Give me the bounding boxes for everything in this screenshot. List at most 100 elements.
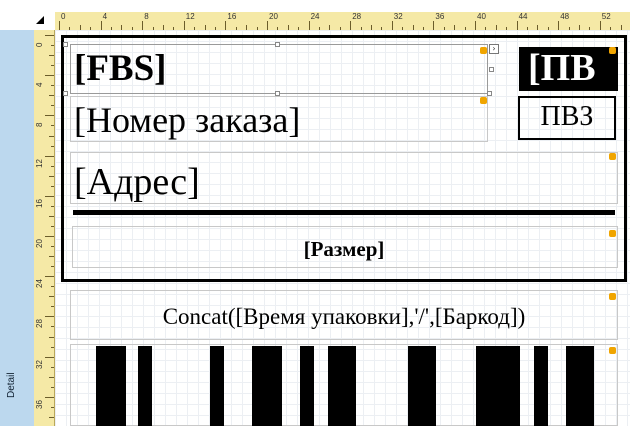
barcode-bar bbox=[476, 346, 520, 426]
ruler-label: 36 bbox=[435, 12, 445, 21]
ruler-label: 32 bbox=[35, 359, 44, 369]
pvz-field-text: ПВЗ bbox=[540, 101, 594, 132]
ruler-label: 8 bbox=[35, 122, 44, 128]
pv-field-text: [ПВ bbox=[528, 47, 596, 89]
selection-handle[interactable] bbox=[63, 42, 68, 47]
ruler-tick bbox=[51, 366, 54, 368]
ruler-tick bbox=[49, 416, 54, 418]
ruler-tick bbox=[51, 306, 54, 308]
ruler-tick bbox=[308, 21, 310, 30]
fbs-field-text: [FBS] bbox=[74, 48, 167, 89]
barcode-bar bbox=[566, 346, 594, 426]
ruler-label: 0 bbox=[35, 42, 44, 47]
ruler-label: 40 bbox=[477, 12, 486, 21]
ruler-tick bbox=[51, 165, 54, 167]
ruler-tick bbox=[51, 125, 54, 127]
field-marker-icon bbox=[609, 153, 616, 160]
ruler-tick bbox=[51, 185, 54, 187]
ruler-label: 32 bbox=[393, 12, 403, 21]
ruler-tick bbox=[475, 21, 476, 30]
ruler-tick bbox=[45, 195, 54, 197]
concat-field-text: Concat([Время упаковки],'/',[Баркод]) bbox=[162, 304, 526, 329]
ruler-tick bbox=[100, 21, 102, 30]
barcode-bar bbox=[96, 346, 126, 426]
ruler-tick bbox=[51, 406, 54, 408]
ruler-tick bbox=[59, 21, 60, 30]
ruler-tick bbox=[599, 21, 601, 30]
ruler-tick bbox=[45, 35, 54, 36]
detail-band-label: Detail bbox=[6, 372, 17, 398]
ruler-label: 8 bbox=[144, 12, 149, 21]
ruler-tick bbox=[49, 256, 54, 258]
address-field-text: [Адрес] bbox=[74, 161, 200, 203]
ruler-tick bbox=[45, 316, 54, 318]
ruler-label: 24 bbox=[35, 279, 44, 289]
ruler-label: 52 bbox=[601, 12, 611, 21]
ruler-label: 28 bbox=[35, 319, 44, 329]
ruler-tick bbox=[49, 175, 54, 177]
ruler-label: 48 bbox=[560, 12, 570, 21]
ruler-tick bbox=[49, 336, 54, 338]
ruler-tick bbox=[49, 376, 54, 378]
ruler-tick bbox=[51, 205, 54, 207]
ruler-tick bbox=[49, 95, 54, 97]
ruler-tick bbox=[391, 21, 393, 30]
vertical-ruler: 0 4 8 12 16 20 24 28 32 36 bbox=[34, 30, 55, 426]
ruler-tick bbox=[51, 65, 54, 67]
ruler-tick bbox=[350, 21, 352, 30]
selection-handle[interactable] bbox=[489, 67, 494, 72]
ruler-tick bbox=[225, 21, 227, 30]
field-marker-icon bbox=[609, 293, 616, 300]
ruler-tick bbox=[51, 105, 54, 107]
ruler-tick bbox=[45, 155, 54, 157]
detail-band-strip[interactable] bbox=[0, 30, 35, 426]
ruler-tick bbox=[45, 236, 54, 237]
ruler-label: 0 bbox=[61, 12, 66, 21]
barcode-bar bbox=[252, 346, 282, 426]
ruler-tick bbox=[45, 75, 54, 77]
ruler-label: 44 bbox=[518, 12, 528, 21]
order-number-text: [Номер заказа] bbox=[74, 100, 301, 140]
ruler-tick bbox=[49, 215, 54, 217]
ruler-label: 20 bbox=[35, 239, 44, 248]
ruler-tick bbox=[267, 21, 268, 30]
ruler-tick bbox=[51, 145, 54, 147]
horizontal-ruler: 048121620242832364044485256 bbox=[55, 12, 630, 31]
ruler-tick bbox=[49, 135, 54, 137]
ruler-tick bbox=[51, 266, 54, 268]
ruler-label: 36 bbox=[35, 399, 44, 409]
ruler-label: 4 bbox=[35, 82, 44, 88]
ruler-corner bbox=[0, 0, 55, 30]
ruler-tick bbox=[51, 346, 54, 348]
ruler-label: 12 bbox=[35, 158, 44, 168]
barcode-bar bbox=[138, 346, 152, 426]
ruler-tick bbox=[433, 21, 435, 30]
ruler-tick bbox=[51, 326, 54, 328]
barcode-bar bbox=[300, 346, 314, 426]
ruler-label: 12 bbox=[185, 12, 195, 21]
ruler-label: 16 bbox=[227, 12, 237, 21]
size-field-text: [Размер] bbox=[303, 237, 385, 261]
selection-handle[interactable] bbox=[63, 91, 68, 96]
selection-handle[interactable] bbox=[275, 42, 280, 47]
ruler-tick bbox=[51, 225, 54, 227]
ruler-tick bbox=[51, 85, 54, 87]
separator-line[interactable] bbox=[73, 210, 615, 215]
field-marker-icon bbox=[609, 47, 616, 54]
ruler-tick bbox=[51, 286, 54, 288]
ruler-tick bbox=[142, 21, 144, 30]
smart-tag-chevron-right-icon[interactable]: › bbox=[489, 44, 499, 54]
ruler-tick bbox=[49, 296, 54, 298]
barcode-bar bbox=[534, 346, 548, 426]
ruler-tick bbox=[45, 396, 54, 398]
ruler-tick bbox=[45, 115, 54, 117]
barcode-bar bbox=[210, 346, 224, 426]
ruler-label: 16 bbox=[35, 198, 44, 208]
field-marker-icon bbox=[480, 97, 487, 104]
ruler-label: 24 bbox=[310, 12, 320, 21]
ruler-tick bbox=[49, 55, 54, 57]
ruler-tick bbox=[558, 21, 560, 30]
corner-arrow-icon[interactable] bbox=[36, 16, 44, 24]
barcode-bar bbox=[408, 346, 436, 426]
field-marker-icon bbox=[609, 230, 616, 237]
